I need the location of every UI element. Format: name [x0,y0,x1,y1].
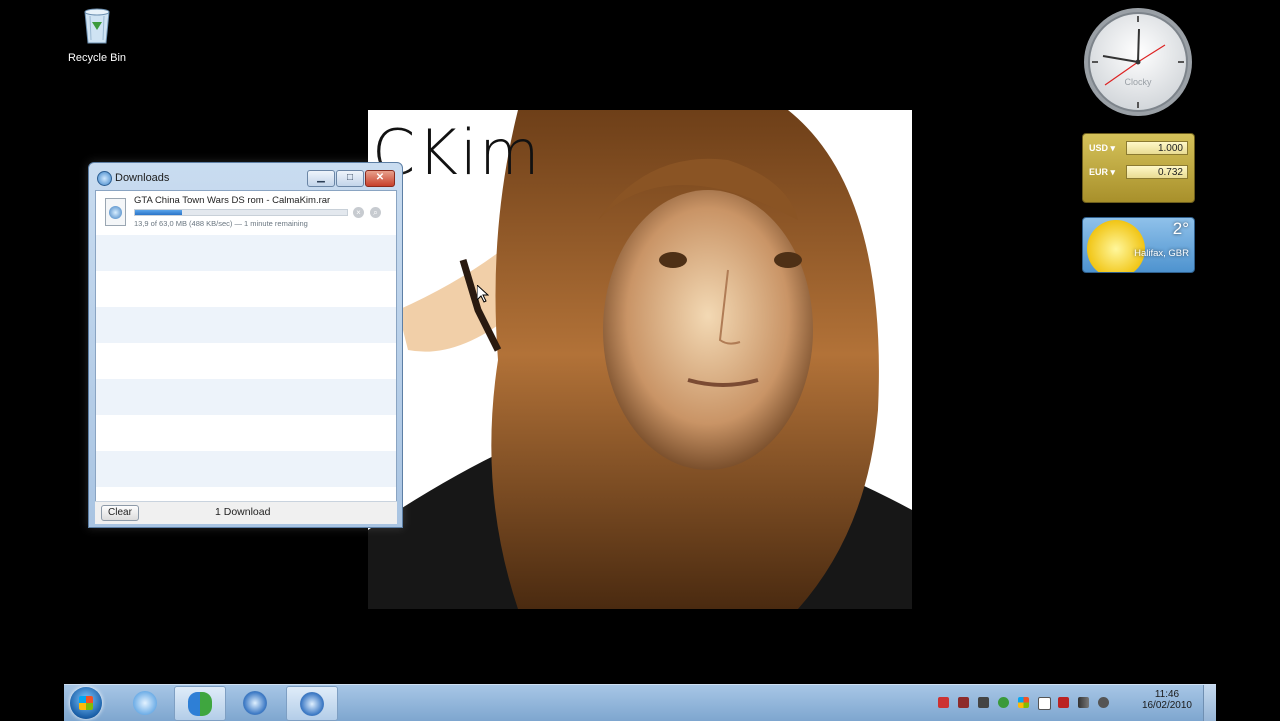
messenger-icon [188,692,212,716]
list-row-empty [96,379,396,415]
downloads-window[interactable]: Downloads ▁ □ ✕ GTA China Town Wars DS r… [88,162,403,528]
taskbar-time: 11:46 [1154,689,1180,700]
to-currency-select[interactable]: EUR ▾ [1089,167,1115,178]
currency-gadget[interactable]: USD ▾ 1.000 EUR ▾ 0.732 [1082,133,1195,203]
download-filename: GTA China Town Wars DS rom - CalmaKim.ra… [134,195,331,206]
list-row-empty [96,451,396,487]
mouse-cursor-icon [477,285,489,303]
list-row-empty [96,415,396,451]
from-currency-code: USD [1089,143,1109,153]
weather-temperature: 2° [1172,219,1189,238]
system-tray: 11:46 16/02/2010 [926,685,1216,721]
weather-location: Halifax, GBR [1134,248,1189,259]
chevron-down-icon: ▾ [1110,143,1116,153]
download-status: 13,9 of 63,0 MB (488 KB/sec) — 1 minute … [134,219,308,228]
safari-icon [243,691,267,715]
volume-icon[interactable] [1098,697,1109,708]
recycle-bin-icon [81,6,113,44]
file-icon [105,198,126,226]
taskbar-button-itunes[interactable] [120,686,170,719]
shield-tray-icon[interactable] [998,697,1009,708]
minimize-button[interactable]: ▁ [307,170,335,187]
security-tray-icon[interactable] [1058,697,1069,708]
clock-brand: Clocky [1124,77,1152,87]
windows-live-tray-icon[interactable] [1018,697,1029,708]
flag-tray-icon[interactable] [938,697,949,708]
download-count: 1 Download [215,506,271,518]
sun-icon [1087,220,1145,272]
monitor-tray-icon[interactable] [978,697,989,708]
taskbar-button-safari[interactable] [230,686,280,719]
taskbar-date: 16/02/2010 [1141,700,1192,711]
reveal-magnifier-icon[interactable]: ⌕ [370,207,381,218]
to-currency-value: 0.732 [1126,165,1188,179]
download-progress-fill [135,210,182,215]
windows-logo-icon [79,696,93,710]
close-button[interactable]: ✕ [365,170,395,187]
from-currency-value[interactable]: 1.000 [1126,141,1188,155]
maximize-button[interactable]: □ [336,170,364,187]
wallpaper-photo: CKim [368,110,912,609]
download-progress-bar [134,209,348,216]
to-currency-code: EUR [1089,167,1109,177]
weather-gadget[interactable]: 2° Halifax, GBR [1082,217,1195,273]
show-desktop-button[interactable] [1203,685,1216,721]
action-center-flag-icon[interactable] [1038,697,1051,710]
taskbar: 11:46 16/02/2010 [64,684,1216,721]
list-row-empty [96,271,396,307]
recycle-bin-label: Recycle Bin [67,52,127,64]
list-row-empty [96,235,396,271]
clock-gadget[interactable]: Clocky [1083,7,1193,117]
clock-display[interactable]: 11:46 16/02/2010 [1142,689,1192,711]
network-signal-icon[interactable] [1078,697,1089,708]
safari-icon [97,171,112,186]
safari-icon [300,692,324,716]
chevron-down-icon: ▾ [1110,167,1116,177]
list-row-empty [96,343,396,379]
stop-download-icon[interactable]: × [353,207,364,218]
recycle-bin-shortcut[interactable]: Recycle Bin [60,6,134,64]
window-footer: Clear 1 Download [95,501,397,524]
start-button[interactable] [70,687,102,719]
from-currency-select[interactable]: USD ▾ [1089,143,1115,154]
download-item[interactable]: GTA China Town Wars DS rom - CalmaKim.ra… [96,191,396,235]
taskbar-button-safari-downloads[interactable] [286,686,338,721]
speaker-tray-icon[interactable] [958,697,969,708]
taskbar-button-messenger[interactable] [174,686,226,721]
clear-button[interactable]: Clear [101,505,139,521]
window-title: Downloads [115,172,170,184]
downloads-list: GTA China Town Wars DS rom - CalmaKim.ra… [95,190,397,524]
itunes-icon [133,691,157,715]
list-row-empty [96,307,396,343]
